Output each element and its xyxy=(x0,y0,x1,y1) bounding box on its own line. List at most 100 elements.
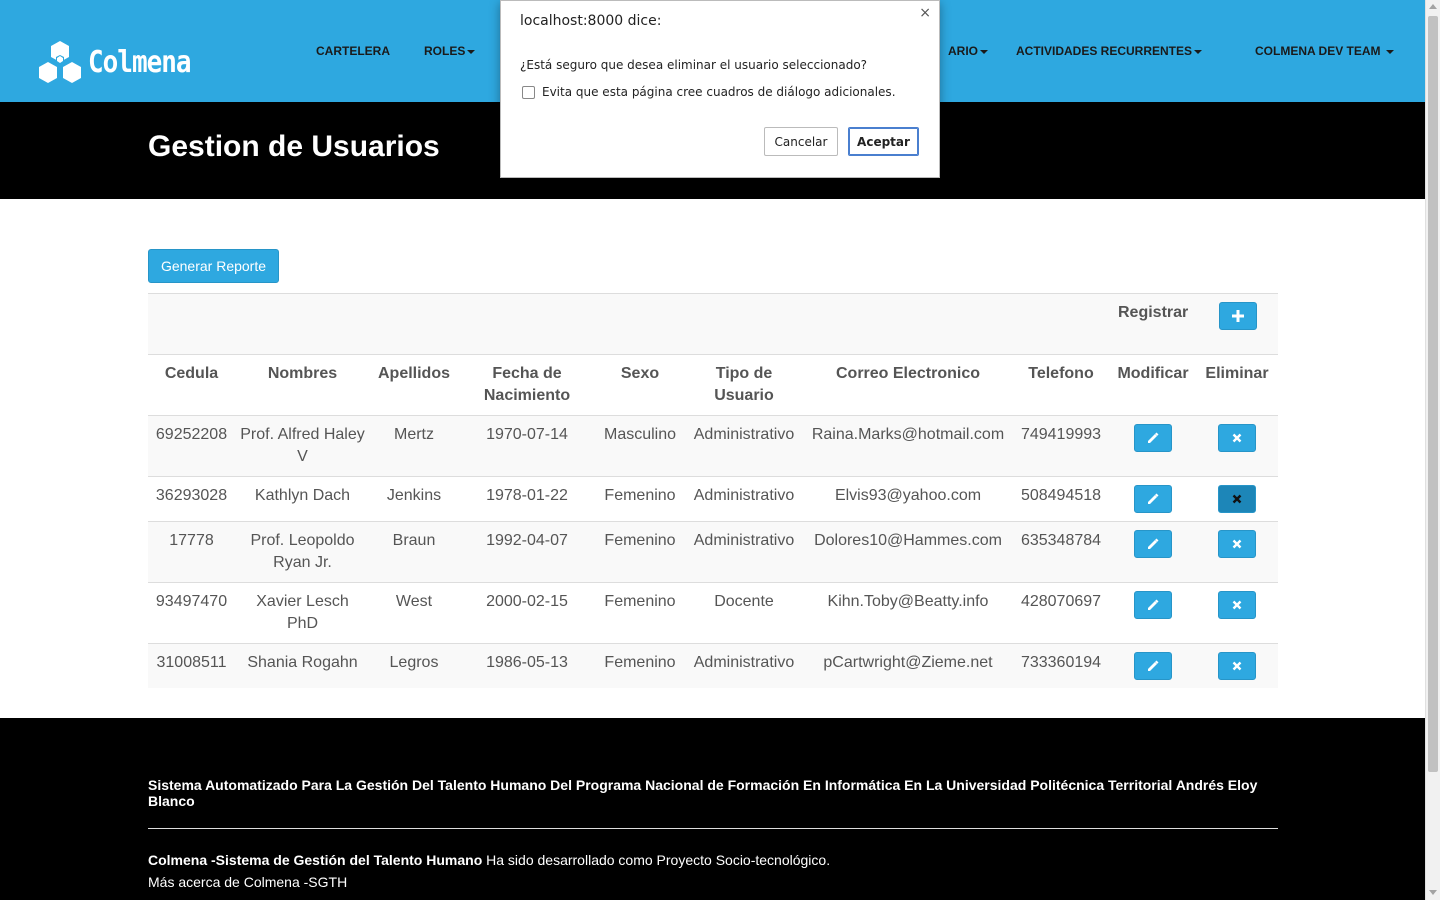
nav-actividades-label: ACTIVIDADES RECURRENTES xyxy=(1016,44,1193,58)
delete-button[interactable] xyxy=(1218,591,1256,619)
cell-nombres: Xavier Lesch PhD xyxy=(235,582,370,644)
cell-modificar xyxy=(1110,415,1196,477)
nav-team[interactable]: COLMENA DEV TEAM xyxy=(1255,44,1394,58)
cell-apellidos: Braun xyxy=(370,521,458,583)
table-row: 36293028 Kathlyn Dach Jenkins 1978-01-22… xyxy=(148,476,1278,522)
x-icon xyxy=(1232,494,1242,504)
cell-tipo: Administrativo xyxy=(684,643,804,688)
generate-report-button[interactable]: Generar Reporte xyxy=(148,249,279,283)
scroll-up-arrow-icon[interactable] xyxy=(1429,4,1437,9)
suppress-dialogs-label[interactable]: Evita que esta página cree cuadros de di… xyxy=(542,85,896,99)
cell-sexo: Femenino xyxy=(596,582,684,644)
delete-button[interactable] xyxy=(1218,424,1256,452)
dialog-message: ¿Está seguro que desea eliminar el usuar… xyxy=(520,58,868,72)
header-telefono[interactable]: Telefono xyxy=(1012,354,1110,416)
cell-tipo: Administrativo xyxy=(684,476,804,522)
pencil-icon xyxy=(1148,493,1159,504)
header-apellidos[interactable]: Apellidos xyxy=(370,354,458,416)
cell-cedula: 31008511 xyxy=(148,643,235,688)
footer xyxy=(0,718,1425,900)
cell-nombres: Kathlyn Dach xyxy=(235,476,370,522)
cell-tipo: Docente xyxy=(684,582,804,644)
caret-down-icon xyxy=(1385,49,1394,54)
cell-correo: Kihn.Toby@Beatty.info xyxy=(804,582,1012,644)
header-fecha[interactable]: Fecha de Nacimiento xyxy=(458,354,596,416)
cell-fecha: 1970-07-14 xyxy=(458,415,596,477)
delete-button[interactable] xyxy=(1218,530,1256,558)
edit-button[interactable] xyxy=(1134,424,1172,452)
cell-apellidos: West xyxy=(370,582,458,644)
x-icon xyxy=(1232,661,1242,671)
footer-system-name: Colmena -Sistema de Gestión del Talento … xyxy=(148,852,483,868)
header-correo[interactable]: Correo Electronico xyxy=(804,354,1012,416)
header-sexo[interactable]: Sexo xyxy=(596,354,684,416)
cell-sexo: Femenino xyxy=(596,476,684,522)
table-row: 31008511 Shania Rogahn Legros 1986-05-13… xyxy=(148,643,1278,688)
footer-more-link[interactable]: Más acerca de Colmena -SGTH xyxy=(148,874,347,890)
scrollbar-thumb[interactable] xyxy=(1428,16,1438,772)
header-cedula[interactable]: Cedula xyxy=(148,354,235,416)
edit-button[interactable] xyxy=(1134,485,1172,513)
cell-nombres: Prof. Leopoldo Ryan Jr. xyxy=(235,521,370,583)
nav-usuario[interactable]: ARIO xyxy=(948,44,988,58)
page-scrollbar[interactable] xyxy=(1425,0,1440,900)
pencil-icon xyxy=(1148,660,1159,671)
nav-roles-label: ROLES xyxy=(424,44,466,58)
cell-modificar xyxy=(1110,521,1196,583)
delete-button[interactable] xyxy=(1218,652,1256,680)
cell-eliminar xyxy=(1196,521,1278,583)
cell-apellidos: Legros xyxy=(370,643,458,688)
cell-sexo: Femenino xyxy=(596,521,684,583)
pencil-icon xyxy=(1148,432,1159,443)
edit-button[interactable] xyxy=(1134,530,1172,558)
cell-correo: pCartwright@Zieme.net xyxy=(804,643,1012,688)
register-button[interactable] xyxy=(1219,302,1257,330)
dialog-close-icon[interactable]: × xyxy=(919,5,931,21)
header-nombres[interactable]: Nombres xyxy=(235,354,370,416)
table-header-row: Cedula Nombres Apellidos Fecha de Nacimi… xyxy=(148,354,1278,416)
caret-down-icon xyxy=(980,49,988,54)
dialog-title: localhost:8000 dice: xyxy=(520,13,662,29)
cell-correo: Raina.Marks@hotmail.com xyxy=(804,415,1012,477)
nav-cartelera[interactable]: CARTELERA xyxy=(316,44,390,58)
table-body: 69252208 Prof. Alfred Haley V Mertz 1970… xyxy=(148,415,1278,688)
cell-fecha: 1992-04-07 xyxy=(458,521,596,583)
pencil-icon xyxy=(1148,538,1159,549)
nav-roles[interactable]: ROLES xyxy=(424,44,476,58)
cell-fecha: 1986-05-13 xyxy=(458,643,596,688)
nav-actividades[interactable]: ACTIVIDADES RECURRENTES xyxy=(1016,44,1203,58)
dialog-cancel-button[interactable]: Cancelar xyxy=(764,127,838,156)
cell-telefono: 749419993 xyxy=(1012,415,1110,477)
cell-cedula: 69252208 xyxy=(148,415,235,477)
scroll-down-arrow-icon[interactable] xyxy=(1429,890,1437,895)
cell-tipo: Administrativo xyxy=(684,521,804,583)
hexagon-logo-icon xyxy=(39,41,81,83)
suppress-dialogs-checkbox[interactable] xyxy=(522,86,535,99)
delete-button[interactable] xyxy=(1218,485,1256,513)
cell-eliminar xyxy=(1196,415,1278,477)
cell-modificar xyxy=(1110,476,1196,522)
table-row: 17778 Prof. Leopoldo Ryan Jr. Braun 1992… xyxy=(148,521,1278,583)
cell-fecha: 1978-01-22 xyxy=(458,476,596,522)
footer-divider xyxy=(148,828,1278,829)
confirm-dialog: localhost:8000 dice: × ¿Está seguro que … xyxy=(500,0,940,178)
cell-nombres: Prof. Alfred Haley V xyxy=(235,415,370,477)
x-icon xyxy=(1232,600,1242,610)
cell-sexo: Masculino xyxy=(596,415,684,477)
cell-tipo: Administrativo xyxy=(684,415,804,477)
cell-telefono: 635348784 xyxy=(1012,521,1110,583)
header-tipo[interactable]: Tipo de Usuario xyxy=(684,354,804,416)
footer-description: Colmena -Sistema de Gestión del Talento … xyxy=(148,852,830,868)
edit-button[interactable] xyxy=(1134,591,1172,619)
cell-nombres: Shania Rogahn xyxy=(235,643,370,688)
cell-modificar xyxy=(1110,582,1196,644)
plus-icon xyxy=(1232,310,1244,322)
dialog-ok-button[interactable]: Aceptar xyxy=(848,127,919,156)
register-label: Registrar xyxy=(1118,304,1189,321)
table-row: 93497470 Xavier Lesch PhD West 2000-02-1… xyxy=(148,582,1278,644)
brand[interactable]: Colmena xyxy=(36,40,192,86)
cell-correo: Dolores10@Hammes.com xyxy=(804,521,1012,583)
nav-team-label: COLMENA DEV TEAM xyxy=(1255,44,1381,58)
cell-apellidos: Mertz xyxy=(370,415,458,477)
edit-button[interactable] xyxy=(1134,652,1172,680)
